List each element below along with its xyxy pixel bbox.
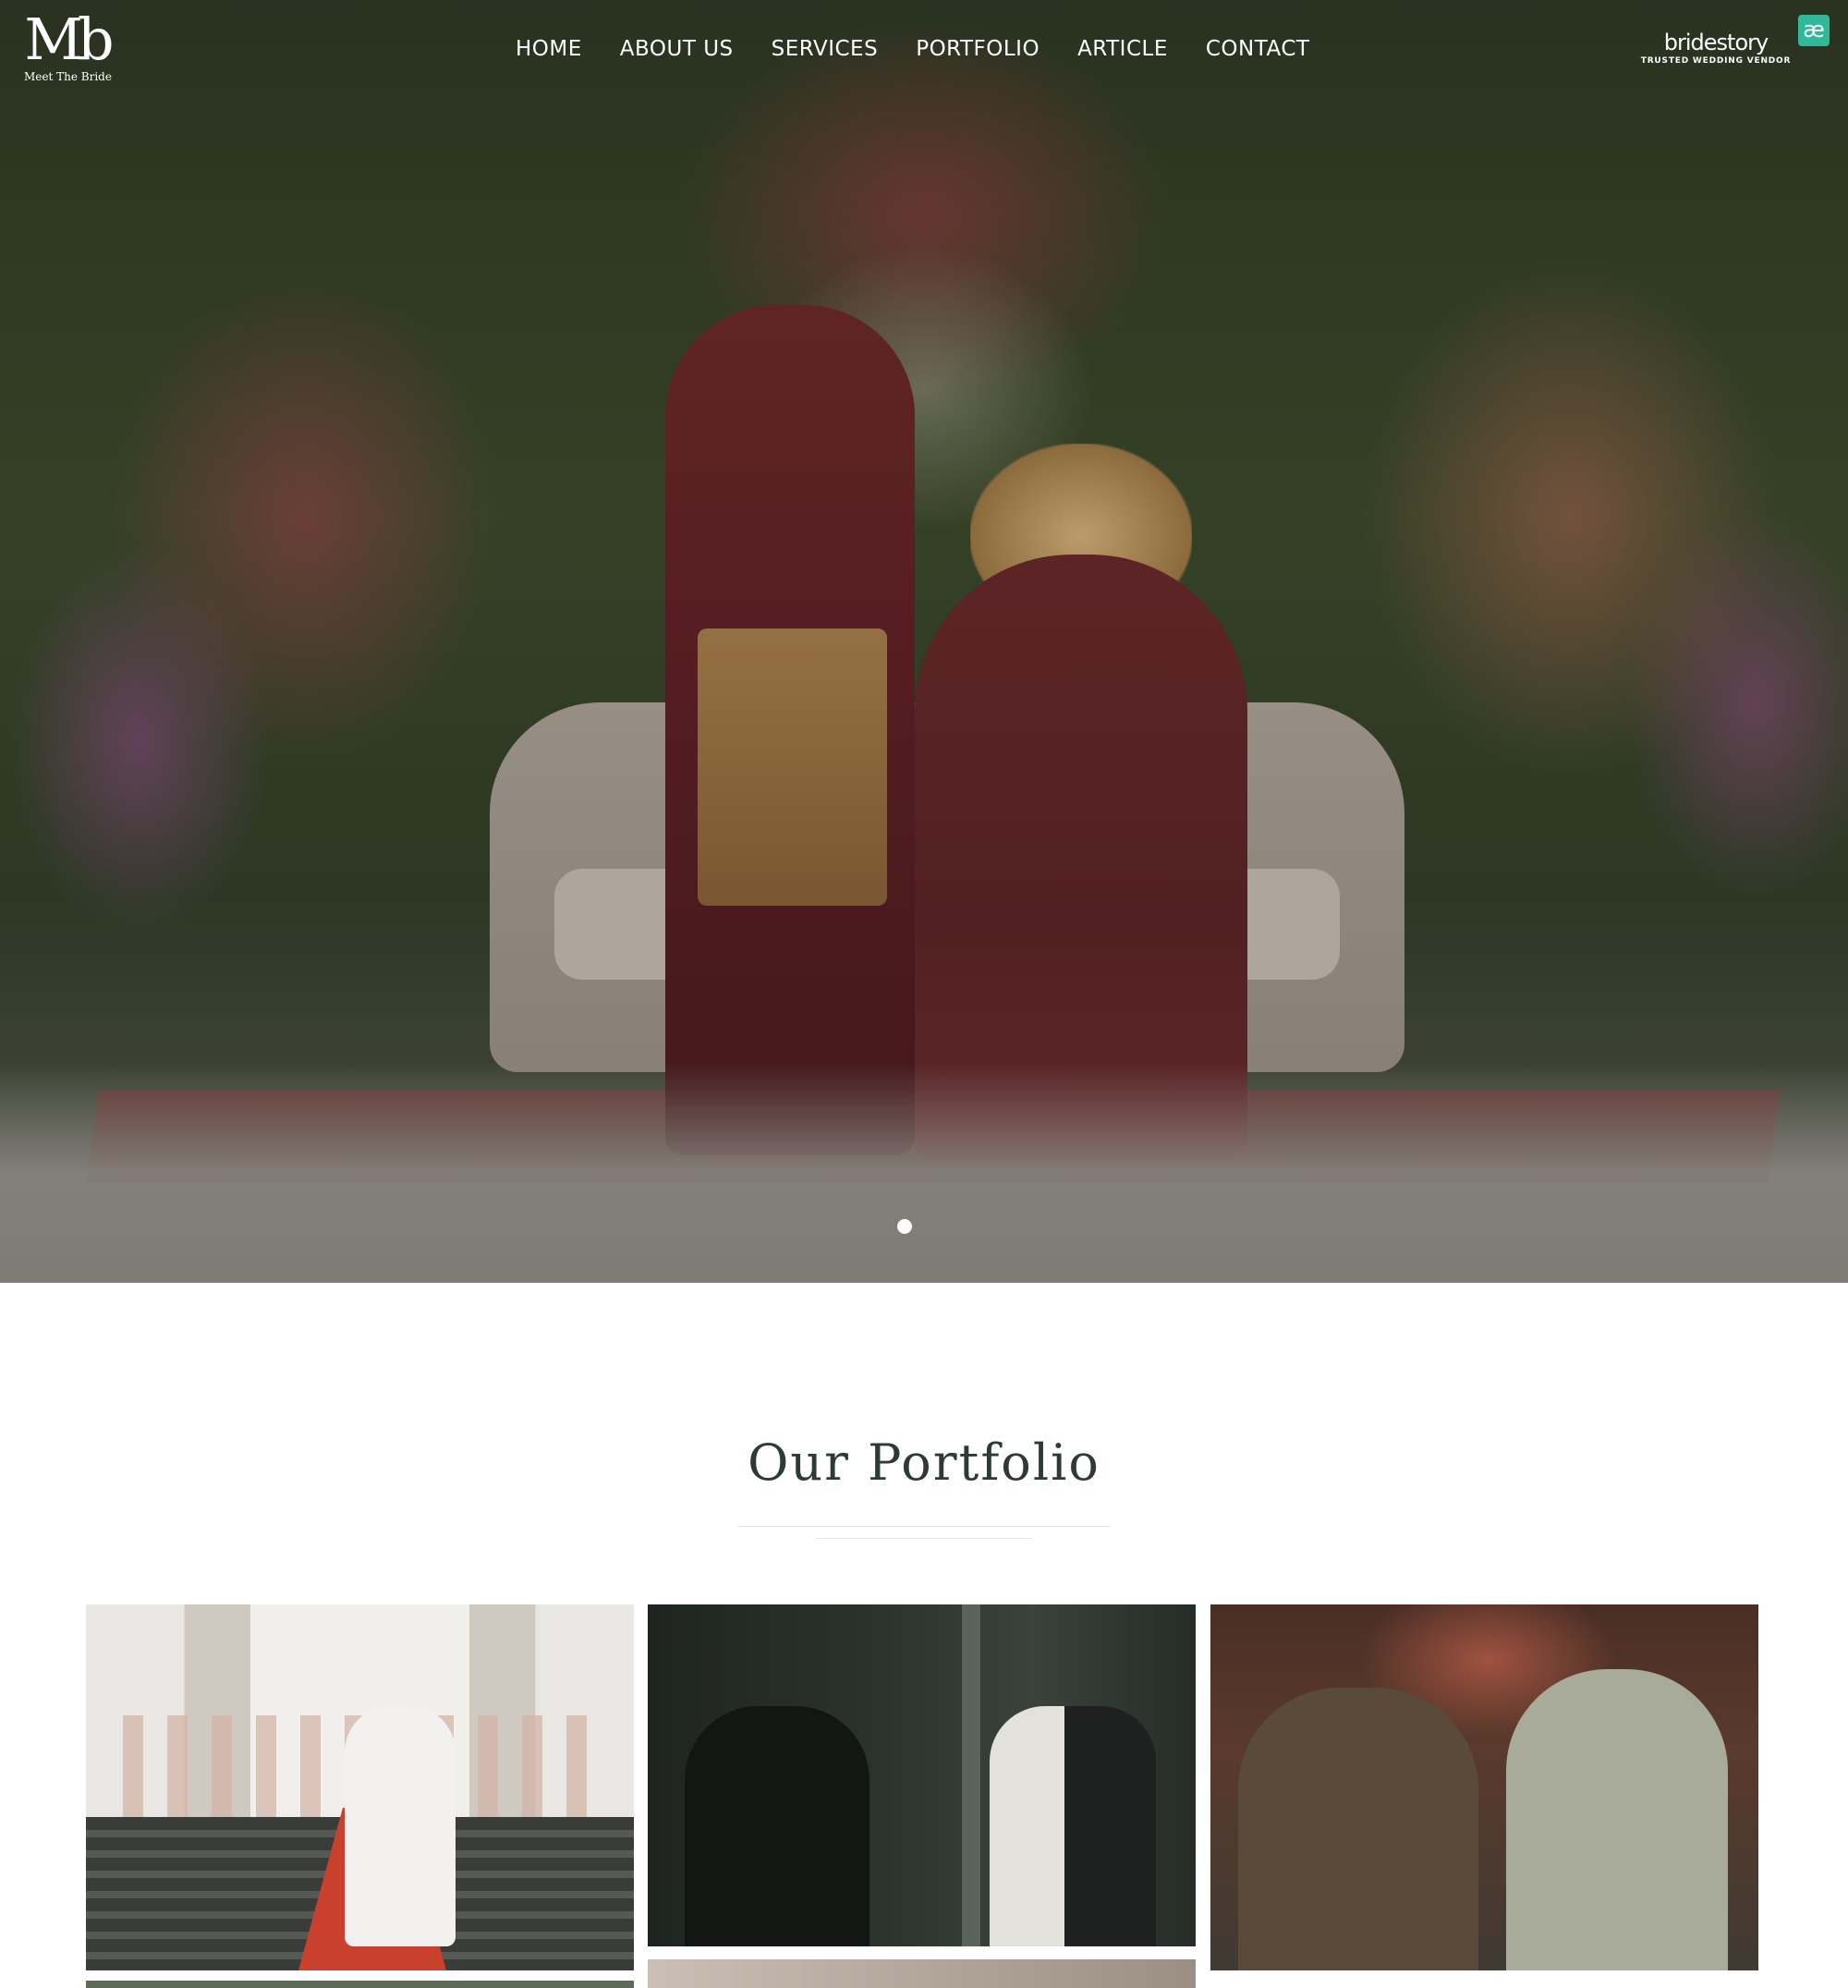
photo-groom — [1238, 1688, 1478, 1970]
nav-about-us[interactable]: ABOUT US — [620, 33, 734, 65]
nav-services[interactable]: SERVICES — [772, 33, 879, 65]
photo-pillar — [962, 1604, 980, 1946]
portfolio-photo-5[interactable] — [648, 1959, 1196, 1988]
nav-portfolio[interactable]: PORTFOLIO — [916, 33, 1040, 65]
bridestory-badge[interactable]: bridestory TRUSTED WEDDING VENDOR — [1637, 30, 1794, 67]
bridestory-tagline: TRUSTED WEDDING VENDOR — [1640, 56, 1792, 66]
photo-man-back — [685, 1706, 869, 1946]
hero-overlay — [0, 0, 1848, 1283]
portfolio-photo-3[interactable] — [1210, 1604, 1758, 1970]
main-nav: HOME ABOUT US SERVICES PORTFOLIO ARTICLE… — [516, 33, 1347, 65]
portfolio-photo-4[interactable] — [86, 1981, 634, 1988]
title-divider-short — [815, 1538, 1033, 1539]
nav-contact[interactable]: CONTACT — [1206, 33, 1310, 65]
photo-bride — [345, 1706, 456, 1946]
slider-dot-active[interactable] — [897, 1219, 912, 1234]
nav-article[interactable]: ARTICLE — [1077, 33, 1168, 65]
hero-slider[interactable] — [0, 0, 1848, 1283]
ae-badge-icon[interactable]: æ — [1798, 15, 1830, 46]
photo-couple — [990, 1706, 1156, 1946]
site-logo[interactable]: Mb Meet The Bride — [24, 6, 115, 91]
portfolio-photo-1[interactable] — [86, 1604, 634, 1970]
logo-mark: Mb — [24, 6, 114, 73]
portfolio-title: Our Portfolio — [748, 1433, 1100, 1492]
logo-text: Meet The Bride — [24, 70, 112, 83]
nav-home[interactable]: HOME — [516, 33, 582, 65]
title-divider-long — [737, 1526, 1111, 1527]
bridestory-name: bridestory — [1663, 30, 1769, 55]
photo-bride-hijab — [1506, 1669, 1728, 1970]
portfolio-photo-2[interactable] — [648, 1604, 1196, 1946]
